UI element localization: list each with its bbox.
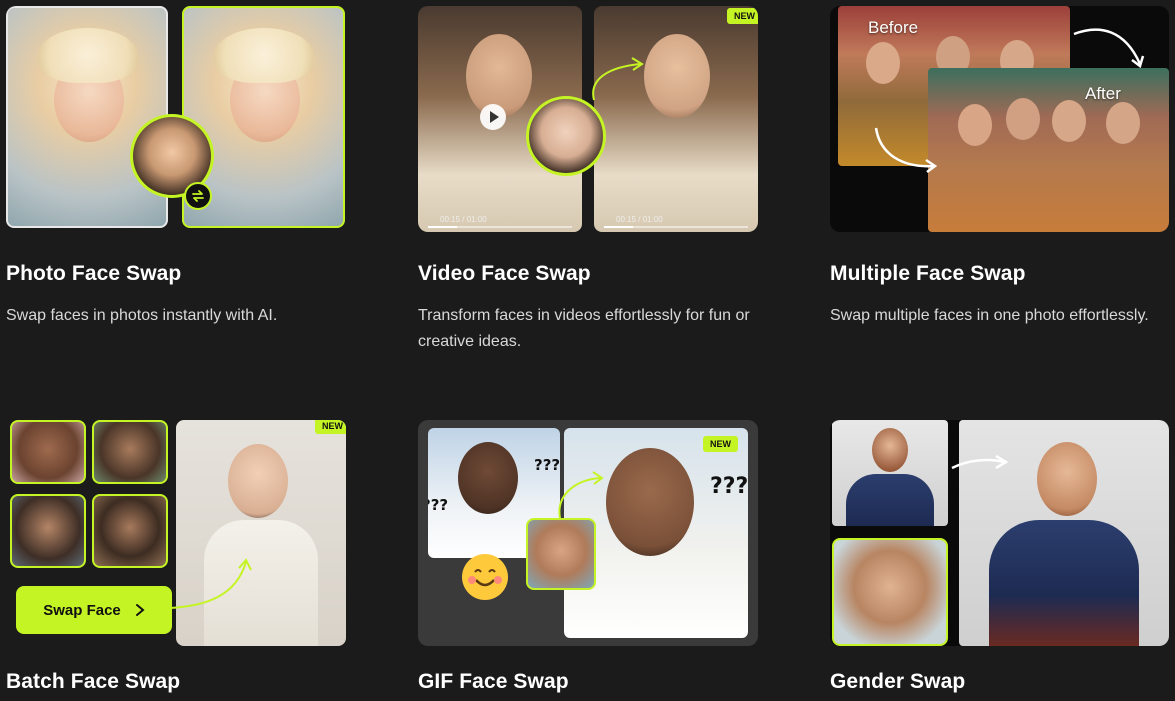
card-gender-swap[interactable]: Gender Swap [830,420,1175,693]
before-label: Before [868,18,919,37]
face-swap-features-grid: Photo Face Swap Swap faces in photos ins… [0,0,1175,701]
face-illustration [1037,442,1097,516]
video-timebar[interactable]: 00:15 / 01:00 [604,215,748,228]
face-illustration [958,104,992,146]
swap-arrows-icon[interactable] [184,182,212,210]
card-title[interactable]: Photo Face Swap [6,262,181,286]
swapped-video: 00:15 / 01:00 NEW [594,6,758,232]
costume-illustration [846,474,934,526]
costume-illustration [989,520,1139,646]
question-marks: ??? [710,474,748,499]
source-face-photo [832,538,948,646]
card-description: Swap multiple faces in one photo effortl… [830,307,1149,324]
batch-face-swap-thumbnail[interactable]: NEW Swap Face [6,420,351,646]
face-illustration [1106,102,1140,144]
source-face-avatar [526,96,606,176]
hair-illustration [214,28,314,83]
card-title[interactable]: GIF Face Swap [418,670,569,694]
video-face-swap-thumbnail[interactable]: 00:15 / 01:00 00:15 / 01:00 NEW [418,6,758,232]
video-time: 00:15 / 01:00 [440,215,487,224]
after-photo [928,68,1169,232]
new-badge: NEW [703,436,738,452]
curved-arrow-icon [592,57,644,101]
face-illustration [228,444,288,518]
smiling-face-emoji-icon [462,554,508,600]
batch-photo-2 [92,420,168,484]
original-photo [6,6,168,228]
face-illustration [872,428,908,472]
batch-photo-3 [10,494,86,568]
face-illustration [1052,100,1086,142]
face-illustration [458,442,518,514]
question-marks: ??? [428,496,449,514]
card-gif-face-swap[interactable]: ??? ??? ??? NEW GIF Face Swap [418,420,763,693]
face-illustration [606,448,694,556]
gender-swap-thumbnail[interactable] [830,420,1169,646]
card-title[interactable]: Video Face Swap [418,262,591,286]
hair-illustration [38,28,138,83]
batch-photo-4 [92,494,168,568]
card-title[interactable]: Multiple Face Swap [830,262,1026,286]
curved-arrow-icon [1073,28,1145,69]
face-illustration [866,42,900,84]
swap-face-button[interactable]: Swap Face [16,586,172,634]
face-illustration [1006,98,1040,140]
card-title[interactable]: Batch Face Swap [6,670,180,694]
new-badge: NEW [315,420,346,434]
batch-result-photo: NEW [176,420,346,646]
gif-face-swap-thumbnail[interactable]: ??? ??? ??? NEW [418,420,758,646]
curved-arrow-icon [169,558,252,609]
arrow-right-icon [951,454,1009,470]
face-illustration [644,34,710,118]
card-photo-face-swap[interactable]: Photo Face Swap Swap faces in photos ins… [6,6,351,324]
batch-photo-1 [10,420,86,484]
new-badge: NEW [727,8,758,24]
after-label: After [1085,84,1121,103]
card-title[interactable]: Gender Swap [830,670,965,694]
source-face-thumbnail [526,518,596,590]
chevron-right-icon [135,604,145,616]
swap-face-button-label: Swap Face [43,601,121,619]
multiple-face-swap-thumbnail[interactable]: Before After [830,6,1169,232]
video-time: 00:15 / 01:00 [616,215,663,224]
video-timebar[interactable]: 00:15 / 01:00 [428,215,572,228]
play-icon[interactable] [480,104,506,130]
original-photo [832,420,948,526]
photo-face-swap-thumbnail[interactable] [6,6,351,232]
card-multiple-face-swap[interactable]: Before After Multiple Face Swap Swap mul… [830,6,1175,324]
card-description: Swap faces in photos instantly with AI. [6,307,278,324]
curved-arrow-icon [874,127,938,173]
curved-arrow-icon [558,471,604,519]
card-description: Transform faces in videos effortlessly f… [418,307,750,350]
card-batch-face-swap[interactable]: NEW Swap Face Batch Face Swap [6,420,351,693]
card-video-face-swap[interactable]: 00:15 / 01:00 00:15 / 01:00 NEW Video Fa… [418,6,763,350]
